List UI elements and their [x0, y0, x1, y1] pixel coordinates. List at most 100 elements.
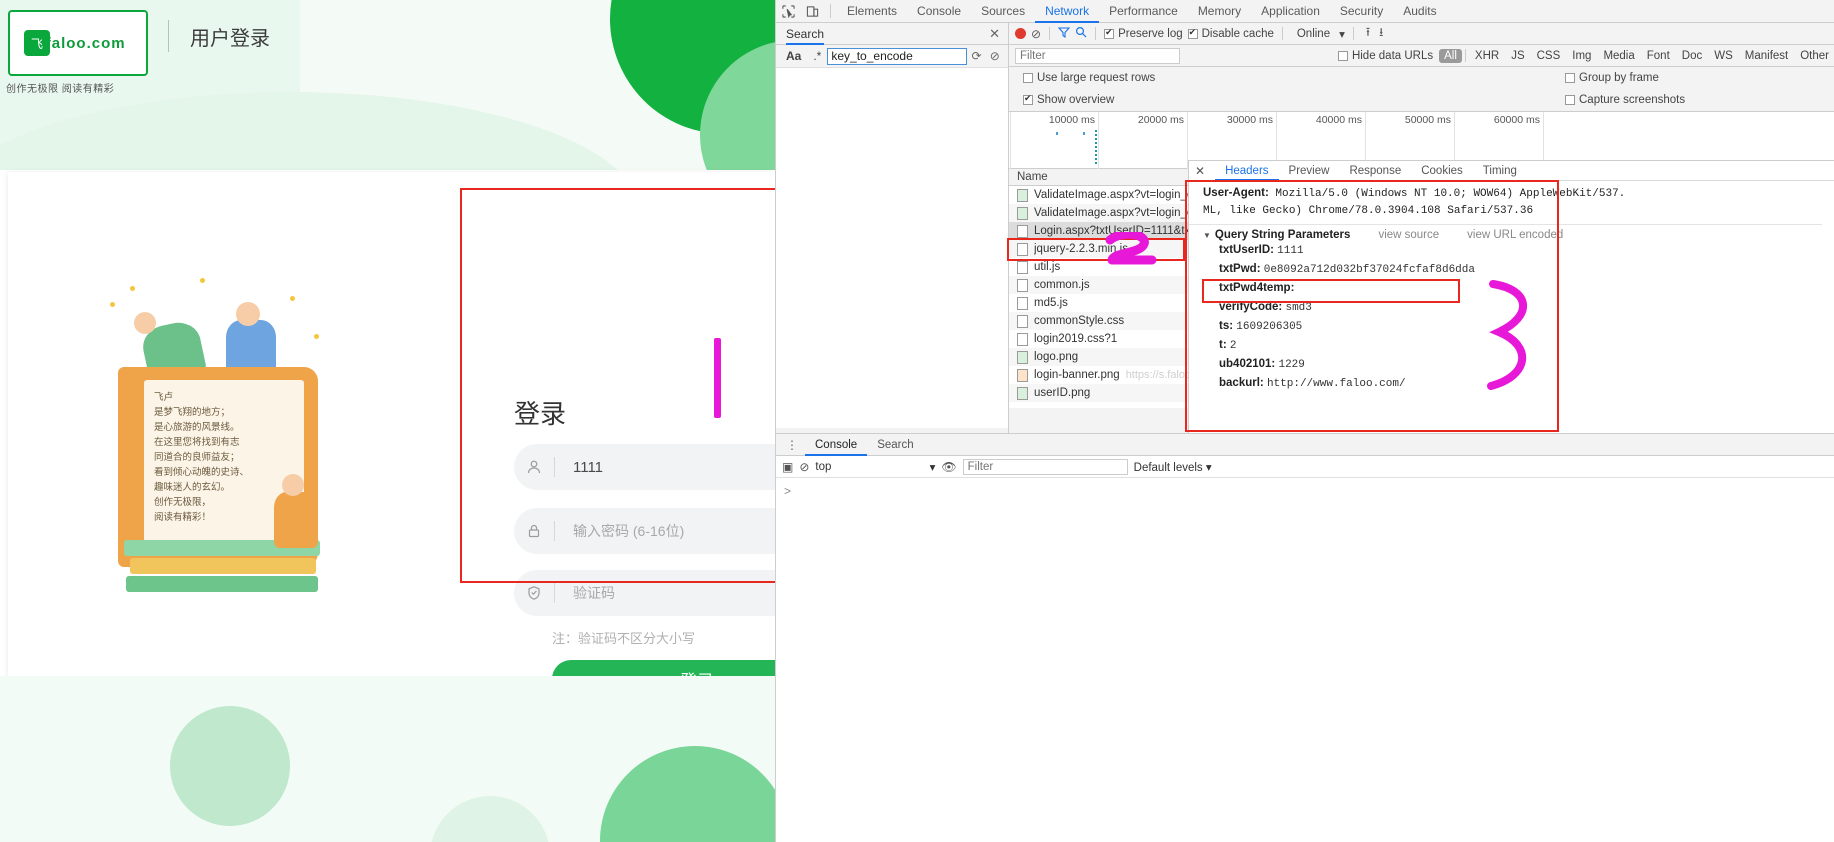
group-by-frame-label: Group by frame — [1579, 72, 1659, 84]
page-footer — [0, 676, 775, 842]
poem-line: 阅读有精彩！ — [154, 512, 212, 523]
eye-icon[interactable]: 👁 — [941, 460, 956, 474]
search-toolbar: Aa .* ⟳ ⊘ — [776, 45, 1008, 68]
search-icon[interactable] — [1075, 26, 1087, 41]
tab-sources[interactable]: Sources — [971, 0, 1035, 23]
tab-headers[interactable]: Headers — [1215, 161, 1279, 181]
type-filter-doc[interactable]: Doc — [1676, 50, 1708, 62]
regex-toggle[interactable]: .* — [807, 49, 827, 63]
console-context-select[interactable]: top ▾ — [815, 460, 935, 474]
type-filter-xhr[interactable]: XHR — [1469, 50, 1505, 62]
type-filter-ws[interactable]: WS — [1708, 50, 1739, 62]
chevron-down-icon[interactable]: ▼ — [1203, 231, 1211, 240]
console-prompt[interactable]: > — [776, 478, 1834, 498]
type-filter-js[interactable]: JS — [1505, 50, 1530, 62]
captcha-field[interactable]: 验证码 — [514, 570, 775, 616]
hide-data-urls-checkbox[interactable]: Hide data URLs — [1337, 50, 1433, 62]
console-filter-input[interactable] — [962, 458, 1128, 475]
request-name: ValidateImage.aspx?vt=login_co — [1034, 189, 1200, 201]
tab-memory[interactable]: Memory — [1188, 0, 1251, 23]
more-options-icon[interactable]: ⋮ — [780, 438, 805, 452]
export-har-icon[interactable]: ⭳ — [1379, 23, 1383, 44]
tab-search-drawer[interactable]: Search — [867, 434, 923, 456]
import-har-icon[interactable]: ⭱ — [1366, 23, 1370, 44]
param-key: txtPwd4temp: — [1219, 282, 1295, 294]
param-key: t: — [1219, 339, 1227, 351]
tab-timing[interactable]: Timing — [1473, 161, 1527, 181]
tab-application[interactable]: Application — [1251, 0, 1330, 23]
clear-console-icon[interactable]: ⊘ — [799, 460, 809, 474]
param-key: ts: — [1219, 320, 1234, 332]
user-icon — [514, 459, 554, 475]
password-field[interactable]: 输入密码 (6-16位) — [514, 508, 775, 554]
network-filter-input[interactable] — [1015, 47, 1180, 64]
page-title: 用户登录 — [190, 28, 270, 50]
use-large-rows-checkbox[interactable]: Use large request rows — [1023, 72, 1155, 84]
toolbar-divider — [1281, 27, 1283, 40]
network-filter-bar: Hide data URLs All XHR JS CSS Img Media … — [1009, 45, 1834, 67]
filter-icon[interactable] — [1057, 26, 1071, 41]
tab-elements[interactable]: Elements — [837, 0, 907, 23]
search-results-area — [776, 68, 1008, 428]
type-filter-css[interactable]: CSS — [1531, 50, 1567, 62]
tab-security[interactable]: Security — [1330, 0, 1393, 23]
group-by-frame-checkbox[interactable]: Group by frame — [1565, 72, 1659, 84]
search-input[interactable] — [827, 47, 968, 65]
lock-icon — [514, 523, 554, 539]
view-source-link[interactable]: view source — [1378, 229, 1439, 241]
request-name: common.js — [1034, 279, 1090, 291]
log-levels-select[interactable]: Default levels ▾ — [1134, 460, 1212, 474]
console-sidebar-icon[interactable]: ▣ — [782, 460, 793, 474]
tab-console[interactable]: Console — [907, 0, 971, 23]
tab-audits[interactable]: Audits — [1393, 0, 1446, 23]
header-divider — [168, 20, 169, 52]
type-filter-other[interactable]: Other — [1794, 50, 1834, 62]
inspect-element-icon[interactable] — [776, 0, 800, 22]
match-case-toggle[interactable]: Aa — [780, 49, 807, 63]
chevron-down-icon[interactable]: ▾ — [1339, 27, 1345, 41]
overview-request-bar — [1056, 132, 1058, 135]
close-icon[interactable]: ✕ — [1195, 164, 1205, 178]
preserve-log-checkbox[interactable]: Preserve log — [1104, 27, 1183, 40]
site-logo[interactable]: 飞 b.faloo.com — [8, 10, 148, 76]
type-filter-all[interactable]: All — [1439, 48, 1462, 63]
capture-screenshots-label: Capture screenshots — [1579, 94, 1686, 106]
username-field[interactable]: 1111 — [514, 444, 775, 490]
refresh-icon[interactable]: ⟳ — [967, 49, 985, 63]
close-icon[interactable]: ✕ — [989, 26, 1000, 42]
tab-preview[interactable]: Preview — [1279, 161, 1340, 181]
search-pane-header: Search ✕ — [776, 23, 1008, 45]
clear-icon[interactable]: ⊘ — [986, 49, 1004, 63]
request-name: logo.png — [1034, 351, 1079, 363]
devtools-panel: Elements Console Sources Network Perform… — [775, 0, 1834, 842]
tab-console-drawer[interactable]: Console — [805, 434, 868, 456]
query-string-section-header[interactable]: ▼ Query String Parameters view source vi… — [1203, 229, 1834, 241]
request-name: userID.png — [1034, 387, 1091, 399]
throttling-select[interactable]: Online — [1297, 28, 1330, 40]
param-row: ub402101: 1229 — [1203, 355, 1834, 374]
device-toolbar-icon[interactable] — [800, 0, 824, 22]
disable-cache-checkbox[interactable]: Disable cache — [1187, 27, 1274, 40]
type-filter-media[interactable]: Media — [1597, 50, 1640, 62]
request-name: jquery-2.2.3.min.js — [1034, 243, 1128, 255]
type-filter-manifest[interactable]: Manifest — [1739, 50, 1794, 62]
tab-response[interactable]: Response — [1339, 161, 1411, 181]
type-filter-font[interactable]: Font — [1641, 50, 1676, 62]
tab-performance[interactable]: Performance — [1099, 0, 1188, 23]
file-type-icon — [1017, 332, 1028, 346]
use-large-rows-label: Use large request rows — [1037, 72, 1156, 84]
poem-line: 趣味迷人的玄幻。 — [154, 482, 231, 493]
view-url-encoded-link[interactable]: view URL encoded — [1467, 229, 1563, 241]
record-icon[interactable] — [1015, 28, 1026, 39]
param-row: verifyCode: smd3 — [1203, 298, 1834, 317]
type-filter-img[interactable]: Img — [1566, 50, 1597, 62]
file-type-icon — [1017, 386, 1028, 400]
capture-screenshots-checkbox[interactable]: Capture screenshots — [1565, 94, 1685, 106]
show-overview-checkbox[interactable]: Show overview — [1023, 93, 1114, 106]
headers-content: User-Agent: Mozilla/5.0 (Windows NT 10.0… — [1189, 181, 1834, 393]
clear-icon[interactable]: ⊘ — [1031, 27, 1041, 41]
tab-network[interactable]: Network — [1035, 0, 1100, 23]
overview-tick-label: 30000 ms — [1226, 114, 1273, 126]
request-name: ValidateImage.aspx?vt=login_co — [1034, 207, 1200, 219]
tab-cookies[interactable]: Cookies — [1411, 161, 1473, 181]
